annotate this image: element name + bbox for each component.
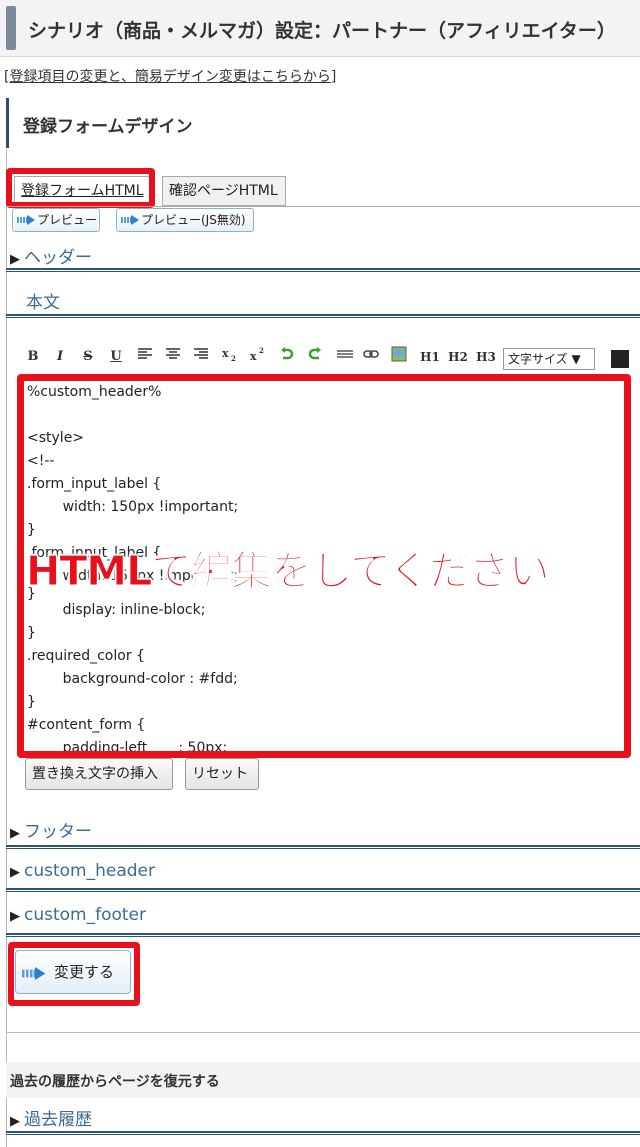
- header-accent-bar: [6, 6, 16, 50]
- highlight-tab-box: [6, 168, 155, 208]
- submit-change-button[interactable]: 変更する: [15, 950, 131, 994]
- triangle-right-icon: ▶: [10, 1114, 20, 1129]
- divider: [6, 1032, 640, 1033]
- toggle-footer[interactable]: ▶ フッター: [10, 817, 92, 842]
- underline-button[interactable]: U: [108, 346, 124, 368]
- h1-button[interactable]: H1: [420, 346, 440, 368]
- divider: [6, 888, 640, 892]
- undo-icon[interactable]: [278, 346, 296, 368]
- history-heading-text: 過去の履歴からページを復元する: [10, 1074, 220, 1090]
- section-heading: 登録フォームデザイン: [6, 98, 629, 148]
- body-section-label: 本文: [26, 293, 60, 313]
- arrow-icon: [17, 215, 35, 225]
- bold-button[interactable]: B: [24, 346, 42, 368]
- divider: [6, 845, 640, 849]
- triangle-right-icon: ▶: [10, 909, 20, 924]
- page-title: シナリオ（商品・メルマガ）設定：パートナー（アフィリエイター）: [28, 20, 616, 42]
- svg-text:2: 2: [259, 346, 264, 355]
- reset-button[interactable]: リセット: [185, 758, 259, 790]
- toggle-custom-footer-label: custom_footer: [24, 905, 147, 925]
- divider: [6, 314, 640, 318]
- link-icon[interactable]: [362, 346, 380, 368]
- svg-text:2: 2: [231, 354, 236, 362]
- toggle-custom-header[interactable]: ▶ custom_header: [10, 861, 155, 881]
- insert-placeholder-button[interactable]: 置き換え文字の挿入: [25, 758, 173, 790]
- align-left-icon[interactable]: [136, 346, 154, 368]
- h2-button[interactable]: H2: [448, 346, 468, 368]
- h3-button[interactable]: H3: [476, 346, 496, 368]
- strikethrough-button[interactable]: S: [80, 346, 96, 368]
- preview-button[interactable]: プレビュー: [12, 208, 100, 232]
- tab-confirm-html[interactable]: 確認ページHTML: [162, 176, 286, 206]
- toggle-history-label: 過去履歴: [24, 1110, 92, 1130]
- preview-nojs-label: プレビュー(JS無効): [141, 213, 246, 227]
- triangle-right-icon: ▶: [10, 826, 20, 841]
- divider: [6, 1131, 640, 1135]
- triangle-right-icon: ▶: [10, 252, 20, 267]
- settings-link[interactable]: [登録項目の変更と、簡易デザイン変更はこちらから]: [4, 66, 336, 86]
- divider: [6, 933, 640, 937]
- preview-nojs-button[interactable]: プレビュー(JS無効): [116, 208, 254, 232]
- superscript-icon[interactable]: x2: [248, 346, 268, 368]
- divider: [6, 268, 640, 272]
- toggle-header[interactable]: ▶ ヘッダー: [10, 243, 92, 268]
- page-header: シナリオ（商品・メルマガ）設定：パートナー（アフィリエイター）: [0, 0, 640, 57]
- toggle-custom-header-label: custom_header: [24, 861, 155, 881]
- horizontal-rule-icon[interactable]: [336, 346, 354, 368]
- align-center-icon[interactable]: [164, 346, 182, 368]
- arrow-icon: [22, 967, 46, 980]
- align-right-icon[interactable]: [192, 346, 210, 368]
- instruction-overlay: HTMLで編集をしてください。: [26, 547, 591, 596]
- toggle-history[interactable]: ▶ 過去履歴: [10, 1105, 92, 1130]
- section-heading-text: 登録フォームデザイン: [23, 117, 193, 137]
- left-border: [6, 150, 7, 1147]
- font-size-select[interactable]: 文字サイズ ▼: [503, 348, 595, 370]
- subscript-icon[interactable]: x2: [220, 346, 240, 368]
- toggle-footer-label: フッター: [24, 822, 92, 842]
- image-icon[interactable]: [390, 346, 408, 368]
- toggle-custom-footer[interactable]: ▶ custom_footer: [10, 905, 146, 925]
- text-color-icon[interactable]: [611, 350, 629, 368]
- submit-change-label: 変更する: [54, 963, 115, 981]
- preview-label: プレビュー: [37, 213, 98, 227]
- svg-text:x: x: [222, 347, 229, 360]
- svg-text:x: x: [250, 350, 257, 362]
- toggle-header-label: ヘッダー: [24, 248, 92, 268]
- history-heading: 過去の履歴からページを復元する: [6, 1062, 640, 1098]
- redo-icon[interactable]: [306, 346, 324, 368]
- italic-button[interactable]: I: [52, 346, 68, 368]
- arrow-icon: [121, 215, 139, 225]
- triangle-right-icon: ▶: [10, 865, 20, 880]
- tab-underline: [6, 206, 640, 207]
